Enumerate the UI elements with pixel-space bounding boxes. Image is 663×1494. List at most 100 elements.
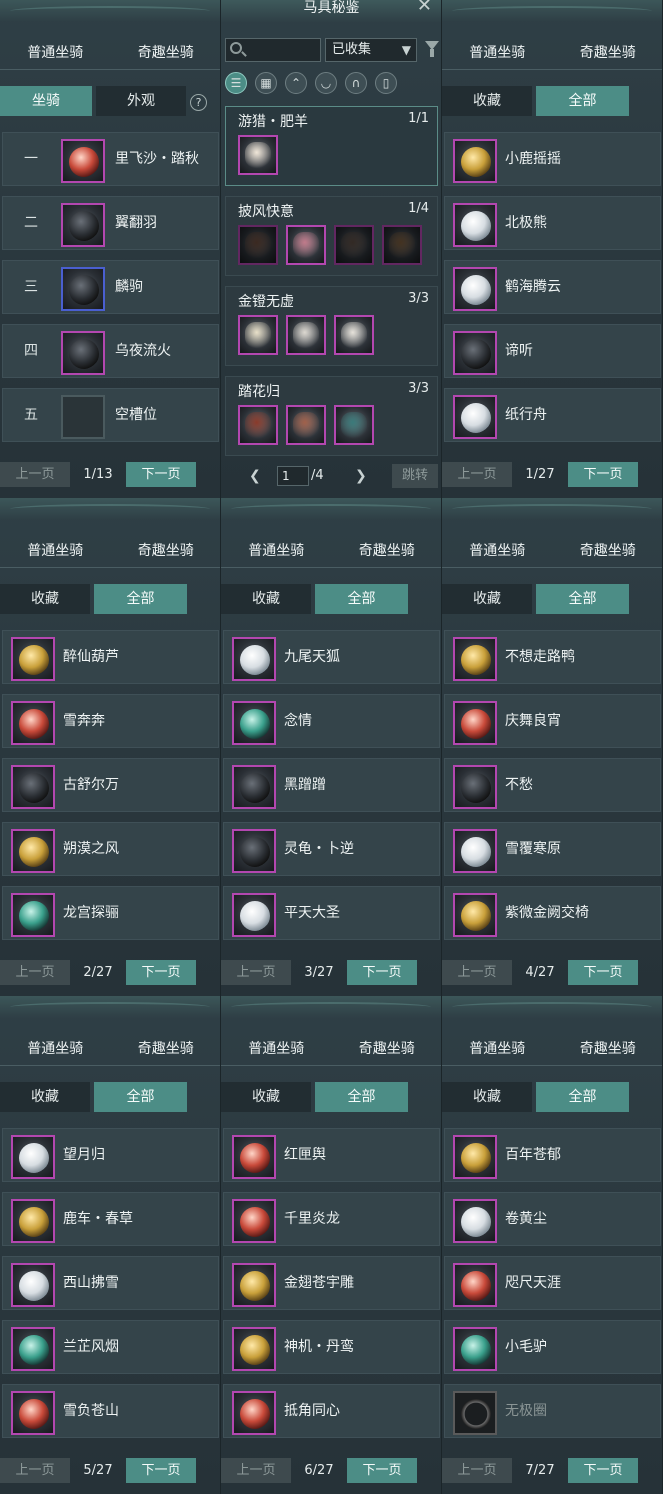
mount-row[interactable]: 灵龟・卜逆 [223, 822, 440, 876]
tab-normal-mounts[interactable]: 普通坐骑 [221, 1032, 332, 1065]
tab-fun-mounts[interactable]: 奇趣坐骑 [332, 1032, 442, 1065]
horseshoe-icon[interactable]: ∩ [345, 72, 367, 94]
mount-row[interactable]: 纸行舟 [444, 388, 661, 442]
mount-row[interactable]: 平天大圣 [223, 886, 440, 940]
tab-normal-mounts[interactable]: 普通坐骑 [0, 534, 111, 567]
gear-item-icon[interactable] [238, 135, 278, 175]
grid-icon[interactable]: ▦ [255, 72, 277, 94]
mount-row[interactable]: 一 里飞沙・踏秋 [2, 132, 219, 186]
tab-fun-mounts[interactable]: 奇趣坐骑 [553, 1032, 663, 1065]
next-page-button[interactable]: 下一页 [568, 960, 638, 985]
mount-row[interactable]: 念情 [223, 694, 440, 748]
tab-favorites[interactable]: 收藏 [0, 584, 90, 614]
mount-row[interactable]: 不愁 [444, 758, 661, 812]
gear-item-icon[interactable] [334, 225, 374, 265]
mount-row[interactable]: 醉仙葫芦 [2, 630, 219, 684]
gear-item-icon[interactable] [334, 405, 374, 445]
mount-row[interactable]: 北极熊 [444, 196, 661, 250]
tab-normal-mounts[interactable]: 普通坐骑 [442, 36, 553, 69]
gear-set-card[interactable]: 踏花归 3/3 [225, 376, 438, 456]
gear-item-icon[interactable] [238, 315, 278, 355]
tab-all[interactable]: 全部 [315, 584, 408, 614]
tab-fun-mounts[interactable]: 奇趣坐骑 [111, 36, 221, 69]
mount-row[interactable]: 雪负苍山 [2, 1384, 219, 1438]
mount-row[interactable]: 九尾天狐 [223, 630, 440, 684]
mount-row[interactable]: 兰芷风烟 [2, 1320, 219, 1374]
mount-row[interactable]: 咫尺天涯 [444, 1256, 661, 1310]
jump-button[interactable]: 跳转 [392, 464, 438, 488]
tab-fun-mounts[interactable]: 奇趣坐骑 [553, 534, 663, 567]
mount-row[interactable]: 庆舞良宵 [444, 694, 661, 748]
tab-fun-mounts[interactable]: 奇趣坐骑 [332, 534, 442, 567]
saddle-icon[interactable]: ⌃ [285, 72, 307, 94]
gear-set-card[interactable]: 披风快意 1/4 [225, 196, 438, 276]
mount-row[interactable]: 三 麟驹 [2, 260, 219, 314]
next-page-button[interactable]: 下一页 [126, 1458, 196, 1483]
mount-row[interactable]: 金翅苍宇雕 [223, 1256, 440, 1310]
next-page-button[interactable]: 下一页 [126, 462, 196, 487]
tab-all[interactable]: 全部 [536, 1082, 629, 1112]
prev-page-button[interactable]: 上一页 [221, 960, 291, 985]
mount-row[interactable]: 望月归 [2, 1128, 219, 1182]
mount-row[interactable]: 谛听 [444, 324, 661, 378]
gear-item-icon[interactable] [286, 225, 326, 265]
mount-row[interactable]: 不想走路鸭 [444, 630, 661, 684]
mount-row[interactable]: 抵角同心 [223, 1384, 440, 1438]
next-page-button[interactable]: 下一页 [347, 1458, 417, 1483]
tab-all[interactable]: 全部 [94, 584, 187, 614]
tab-all[interactable]: 全部 [94, 1082, 187, 1112]
mount-row[interactable]: 神机・丹鸾 [223, 1320, 440, 1374]
prev-page-button[interactable]: 上一页 [442, 1458, 512, 1483]
mount-row[interactable]: 小鹿摇摇 [444, 132, 661, 186]
stirrup-icon[interactable]: ▯ [375, 72, 397, 94]
tab-favorites[interactable]: 收藏 [221, 584, 311, 614]
gear-item-icon[interactable] [286, 315, 326, 355]
tab-fun-mounts[interactable]: 奇趣坐骑 [111, 534, 221, 567]
mount-row[interactable]: 红匣舆 [223, 1128, 440, 1182]
mount-row[interactable]: 百年苍郁 [444, 1128, 661, 1182]
tab-favorites[interactable]: 收藏 [0, 1082, 90, 1112]
tab-normal-mounts[interactable]: 普通坐骑 [221, 534, 332, 567]
tab-favorites[interactable]: 收藏 [442, 86, 532, 116]
tab-all[interactable]: 全部 [536, 584, 629, 614]
mount-row[interactable]: 雪覆寒原 [444, 822, 661, 876]
tab-favorites[interactable]: 收藏 [442, 584, 532, 614]
search-box[interactable] [225, 38, 321, 62]
gear-set-card[interactable]: 游猎・肥羊 1/1 [225, 106, 438, 186]
mount-row[interactable]: 黑蹭蹭 [223, 758, 440, 812]
tab-appearance[interactable]: 外观 [96, 86, 186, 116]
tab-mount[interactable]: 坐骑 [0, 86, 92, 116]
prev-page-button[interactable]: 上一页 [0, 462, 70, 487]
mount-row[interactable]: 朔漠之风 [2, 822, 219, 876]
mount-row[interactable]: 鹤海腾云 [444, 260, 661, 314]
gear-item-icon[interactable] [286, 405, 326, 445]
next-page-button[interactable]: 下一页 [568, 1458, 638, 1483]
tab-favorites[interactable]: 收藏 [221, 1082, 311, 1112]
tab-normal-mounts[interactable]: 普通坐骑 [442, 1032, 553, 1065]
mount-row[interactable]: 古舒尔万 [2, 758, 219, 812]
next-page-button[interactable]: 下一页 [347, 960, 417, 985]
mount-row[interactable]: 二 翼翻羽 [2, 196, 219, 250]
chevron-left-icon[interactable]: ❮ [249, 464, 261, 488]
tab-normal-mounts[interactable]: 普通坐骑 [442, 534, 553, 567]
mount-row[interactable]: 千里炎龙 [223, 1192, 440, 1246]
list-icon[interactable]: ☰ [225, 72, 247, 94]
prev-page-button[interactable]: 上一页 [442, 462, 512, 487]
mount-row[interactable]: 鹿车・春草 [2, 1192, 219, 1246]
mount-row[interactable]: 雪奔奔 [2, 694, 219, 748]
prev-page-button[interactable]: 上一页 [0, 1458, 70, 1483]
mount-row[interactable]: 卷黄尘 [444, 1192, 661, 1246]
filter-icon[interactable] [425, 41, 439, 57]
collection-filter-dropdown[interactable]: 已收集 ▼ [325, 38, 417, 62]
tab-normal-mounts[interactable]: 普通坐骑 [0, 1032, 111, 1065]
search-input[interactable] [248, 41, 318, 59]
next-page-button[interactable]: 下一页 [568, 462, 638, 487]
tab-normal-mounts[interactable]: 普通坐骑 [0, 36, 111, 69]
gear-item-icon[interactable] [382, 225, 422, 265]
tab-fun-mounts[interactable]: 奇趣坐骑 [111, 1032, 221, 1065]
chevron-right-icon[interactable]: ❯ [355, 464, 367, 488]
close-icon[interactable]: ✕ [417, 0, 432, 15]
gear-item-icon[interactable] [334, 315, 374, 355]
prev-page-button[interactable]: 上一页 [0, 960, 70, 985]
tab-fun-mounts[interactable]: 奇趣坐骑 [553, 36, 663, 69]
